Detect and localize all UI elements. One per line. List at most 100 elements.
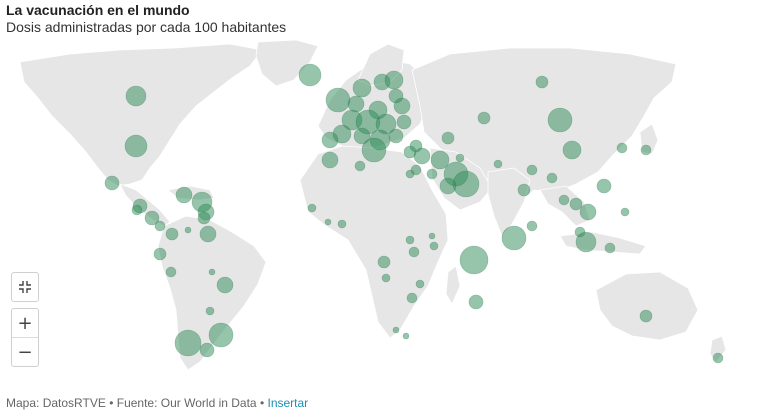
country-bubble[interactable] — [154, 220, 166, 232]
country-bubble[interactable] — [452, 170, 480, 198]
country-bubble[interactable] — [569, 197, 583, 211]
country-bubble[interactable] — [199, 342, 215, 358]
country-bubble[interactable] — [459, 245, 489, 275]
country-bubble[interactable] — [325, 87, 351, 113]
landmasses — [19, 40, 727, 371]
fullscreen-control[interactable] — [11, 272, 39, 302]
country-bubble[interactable] — [396, 114, 412, 130]
country-bubble[interactable] — [406, 292, 418, 304]
footer-separator: • — [109, 396, 114, 410]
country-bubble[interactable] — [405, 235, 415, 245]
map-subtitle: Dosis administradas por cada 100 habitan… — [6, 19, 287, 35]
country-bubble[interactable] — [354, 160, 366, 172]
country-bubble[interactable] — [596, 178, 612, 194]
zoom-in-button[interactable]: + — [12, 309, 38, 337]
country-bubble[interactable] — [408, 246, 420, 258]
country-bubble[interactable] — [197, 211, 211, 225]
country-bubble[interactable] — [402, 332, 410, 340]
embed-link[interactable]: Insertar — [267, 396, 308, 410]
land-north-america — [19, 43, 263, 187]
country-bubble[interactable] — [381, 273, 391, 283]
country-bubble[interactable] — [361, 137, 387, 163]
country-bubble[interactable] — [604, 242, 616, 254]
country-bubble[interactable] — [517, 183, 531, 197]
country-bubble[interactable] — [324, 218, 332, 226]
country-bubble[interactable] — [526, 220, 538, 232]
country-bubble[interactable] — [562, 140, 582, 160]
country-bubble[interactable] — [616, 142, 628, 154]
country-bubble[interactable] — [337, 219, 347, 229]
country-bubble[interactable] — [403, 145, 417, 159]
country-bubble[interactable] — [321, 151, 339, 169]
fullscreen-button[interactable] — [12, 273, 38, 301]
country-bubble[interactable] — [413, 147, 431, 165]
country-bubble[interactable] — [535, 75, 549, 89]
country-bubble[interactable] — [124, 134, 148, 158]
country-bubble[interactable] — [579, 203, 597, 221]
country-bubble[interactable] — [393, 97, 411, 115]
country-bubble[interactable] — [429, 241, 439, 251]
country-bubble[interactable] — [430, 150, 450, 170]
country-bubble[interactable] — [428, 232, 436, 240]
footer-source: Our World in Data — [160, 396, 257, 410]
country-bubble[interactable] — [125, 85, 147, 107]
country-bubble[interactable] — [131, 204, 143, 216]
country-bubble[interactable] — [298, 63, 322, 87]
country-bubble[interactable] — [640, 144, 652, 156]
land-india — [487, 167, 531, 237]
country-bubble[interactable] — [175, 186, 193, 204]
map-title: La vacunación en el mundo — [6, 2, 190, 18]
country-bubble[interactable] — [216, 276, 234, 294]
country-bubble[interactable] — [347, 95, 365, 113]
minus-icon: − — [17, 341, 33, 363]
land-madagascar — [445, 265, 461, 305]
map-canvas[interactable] — [0, 40, 760, 380]
country-bubble[interactable] — [321, 131, 339, 149]
footer-map-source: DatosRTVE — [42, 396, 106, 410]
country-bubble[interactable] — [199, 225, 217, 243]
country-bubble[interactable] — [352, 78, 372, 98]
country-bubble[interactable] — [388, 128, 404, 144]
header: La vacunación en el mundo Dosis administ… — [6, 2, 286, 36]
country-bubble[interactable] — [165, 266, 177, 278]
plus-icon: + — [17, 312, 33, 334]
country-bubble[interactable] — [104, 175, 120, 191]
country-bubble[interactable] — [441, 131, 455, 145]
country-bubble[interactable] — [526, 164, 538, 176]
country-bubble[interactable] — [712, 352, 724, 364]
country-bubble[interactable] — [184, 226, 192, 234]
country-bubble[interactable] — [415, 279, 425, 289]
country-bubble[interactable] — [307, 203, 317, 213]
country-bubble[interactable] — [639, 309, 653, 323]
country-bubble[interactable] — [405, 169, 415, 179]
country-bubble[interactable] — [439, 177, 457, 195]
country-bubble[interactable] — [574, 226, 586, 238]
footer: Mapa: DatosRTVE • Fuente: Our World in D… — [6, 396, 308, 410]
country-bubble[interactable] — [547, 107, 573, 133]
country-bubble[interactable] — [468, 294, 484, 310]
country-bubble[interactable] — [477, 111, 491, 125]
country-bubble[interactable] — [208, 268, 216, 276]
country-bubble[interactable] — [455, 153, 465, 163]
country-bubble[interactable] — [205, 306, 215, 316]
world-map[interactable] — [0, 40, 760, 380]
country-bubble[interactable] — [546, 172, 558, 184]
country-bubble[interactable] — [493, 159, 503, 169]
footer-separator: • — [259, 396, 265, 410]
country-bubble[interactable] — [501, 225, 527, 251]
zoom-out-button[interactable]: − — [12, 337, 38, 366]
zoom-control[interactable]: + − — [11, 308, 39, 367]
country-bubble[interactable] — [620, 207, 630, 217]
country-bubble[interactable] — [208, 322, 234, 348]
country-bubble[interactable] — [392, 326, 400, 334]
country-bubble[interactable] — [558, 194, 570, 206]
country-bubble[interactable] — [153, 247, 167, 261]
land-indonesia — [559, 231, 647, 255]
country-bubble[interactable] — [426, 168, 438, 180]
footer-map-label: Mapa: — [6, 396, 40, 410]
country-bubble[interactable] — [377, 255, 391, 269]
country-bubble[interactable] — [174, 329, 202, 357]
country-bubble[interactable] — [165, 227, 179, 241]
country-bubble[interactable] — [384, 70, 404, 90]
footer-source-label: Fuente: — [116, 396, 158, 410]
